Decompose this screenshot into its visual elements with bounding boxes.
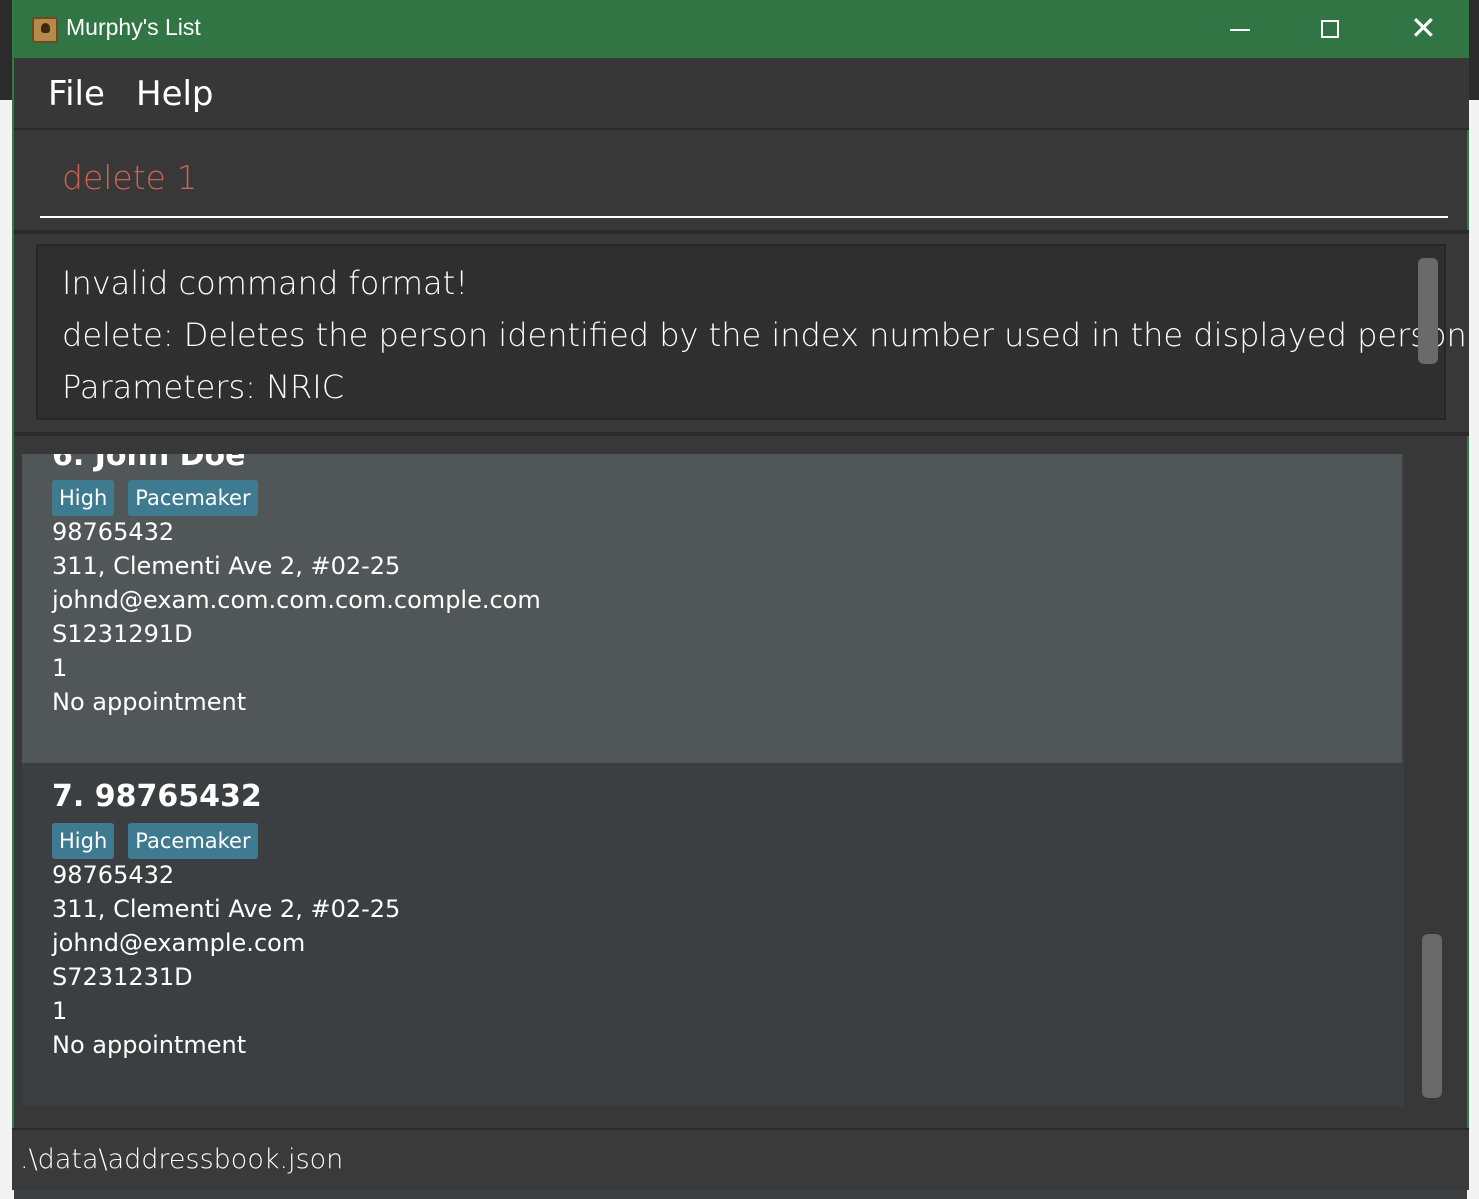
result-line: delete: Deletes the person identified by… [62,316,1479,354]
person-phone: 98765432 [52,518,175,546]
person-nric: S1231291D [52,620,193,648]
title-bar[interactable]: Murphy's List ✕ [14,0,1469,58]
person-address: 311, Clementi Ave 2, #02-25 [52,552,401,580]
save-location: .\data\addressbook.json [20,1144,344,1175]
person-appointment: No appointment [52,688,247,716]
person-card[interactable]: 6. John Doe High Pacemaker 98765432 311,… [22,454,1402,763]
menu-file[interactable]: File [48,74,105,114]
tag: Pacemaker [128,480,258,516]
result-line: Parameters: NRIC [62,368,345,406]
address-book-icon [32,17,58,43]
person-address: 311, Clementi Ave 2, #02-25 [52,895,401,923]
result-display-pane: Invalid command format! delete: Deletes … [14,234,1479,432]
tag-list: High Pacemaker [52,480,258,516]
menu-bar: File Help [14,58,1469,130]
person-appointment: No appointment [52,1031,247,1059]
result-display[interactable]: Invalid command format! delete: Deletes … [36,244,1479,420]
person-email: johnd@example.com [52,929,306,957]
command-input[interactable]: delete 1 [62,158,197,197]
person-name: 7. 98765432 [52,779,262,814]
command-input-underline [40,216,1448,218]
status-bar: .\data\addressbook.json [12,1128,1469,1190]
person-email: johnd@exam.com.com.com.comple.com [52,586,541,614]
list-scrollbar-thumb[interactable] [1422,934,1442,1098]
divider [14,432,1469,436]
person-list[interactable]: 6. John Doe High Pacemaker 98765432 311,… [22,454,1404,1106]
tag: High [52,480,115,516]
person-card[interactable]: 7. 98765432 High Pacemaker 98765432 311,… [22,763,1402,1106]
maximize-button[interactable] [1284,0,1376,58]
minimize-button[interactable] [1194,0,1286,58]
result-scrollbar-thumb[interactable] [1418,258,1438,364]
person-name: 6. John Doe [52,454,246,473]
person-priority: 1 [52,654,68,682]
tag: Pacemaker [128,823,258,859]
result-line: Invalid command format! [62,264,469,302]
maximize-icon [1321,20,1339,38]
command-box[interactable]: delete 1 [17,130,1466,230]
person-phone: 98765432 [52,861,175,889]
window-title: Murphy's List [66,14,201,40]
tag: High [52,823,115,859]
person-priority: 1 [52,997,68,1025]
close-icon: ✕ [1410,9,1437,47]
person-nric: S7231231D [52,963,193,991]
menu-help[interactable]: Help [136,74,214,114]
close-button[interactable]: ✕ [1376,0,1468,58]
minimize-icon [1230,29,1250,31]
tag-list: High Pacemaker [52,823,258,859]
